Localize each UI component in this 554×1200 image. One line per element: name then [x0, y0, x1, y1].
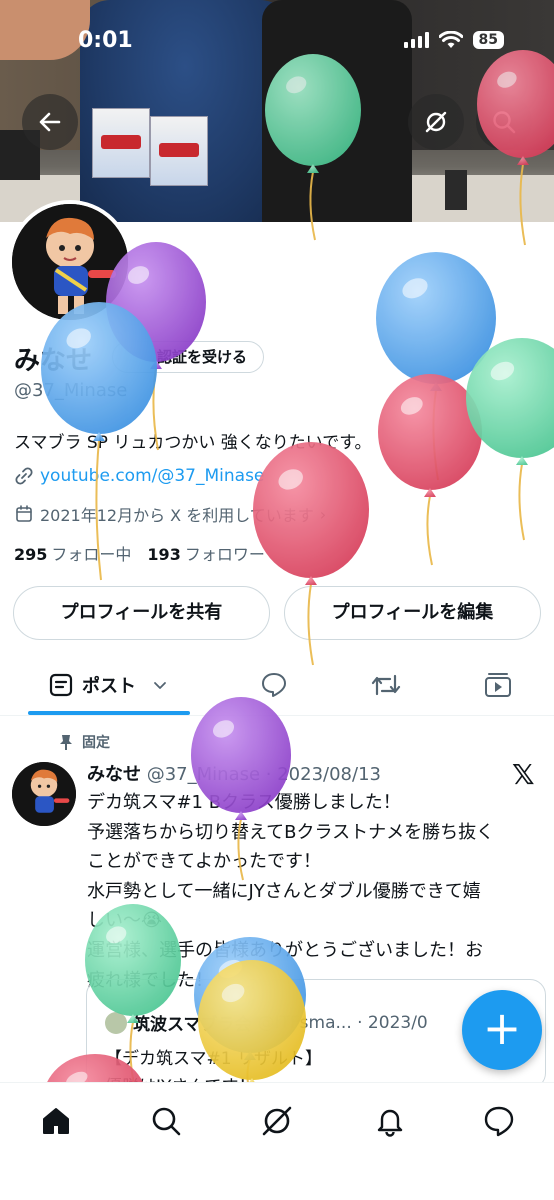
- profile-joined-text: 2021年12月から X を利用しています: [40, 506, 314, 525]
- status-time: 0:01: [78, 28, 133, 53]
- cellular-signal-icon: [403, 32, 429, 48]
- nav-grok[interactable]: [257, 1101, 297, 1141]
- nav-messages[interactable]: [479, 1101, 519, 1141]
- message-bubble-icon: [484, 1106, 514, 1137]
- nav-home[interactable]: [36, 1101, 76, 1141]
- pin-icon: [60, 735, 72, 750]
- post-list-icon: [49, 673, 73, 697]
- avatar-character-illustration: [12, 762, 76, 826]
- header-photo-equipment: [445, 170, 467, 210]
- following-count: 295: [14, 545, 48, 564]
- header-photo-box: [150, 116, 208, 186]
- grok-icon: [262, 1106, 292, 1136]
- active-tab-indicator: [28, 711, 190, 715]
- grok-icon: [425, 111, 447, 133]
- grok-button[interactable]: [408, 94, 464, 150]
- pinned-indicator: 固定: [58, 732, 110, 752]
- wifi-icon: [438, 31, 463, 48]
- arrow-left-icon: [39, 112, 61, 132]
- bottom-navigation: [0, 1082, 554, 1200]
- post-text-line: デカ筑スマ#1 Bクラス優勝しました！: [87, 792, 401, 813]
- quoted-post-handle-date: @ITFsma... · 2023/0: [257, 1012, 428, 1033]
- quoted-post-header: 筑波スマブラ会 @ITFsma... · 2023/0: [105, 1010, 428, 1035]
- followers-stat[interactable]: 193 フォロワー: [147, 541, 264, 565]
- search-button[interactable]: [476, 94, 532, 150]
- reply-bubble-icon: [262, 673, 286, 697]
- followers-label: フォロワー: [184, 545, 265, 564]
- balloon-icon: [376, 252, 496, 481]
- quoted-post-text: 【デカ筑スマ#1 リザルト】: [105, 1049, 322, 1069]
- x-logo-icon: 𝕏: [512, 758, 535, 791]
- profile-link[interactable]: youtube.com/@37_Minase: [14, 466, 264, 486]
- post-text[interactable]: デカ筑スマ#1 Bクラス優勝しました！ 予選落ちから切り替えてBクラストナメを勝…: [87, 788, 535, 995]
- profile-bio: スマブラ SP リュカつかい 強くなりたいです。: [14, 433, 372, 453]
- quoted-post-avatar: [105, 1011, 127, 1034]
- followers-count: 193: [147, 545, 181, 564]
- profile-link-text[interactable]: youtube.com/@37_Minase: [40, 466, 264, 486]
- following-stat[interactable]: 295 フォロー中: [14, 541, 131, 565]
- chevron-right-icon: ›: [319, 504, 327, 524]
- share-profile-button[interactable]: プロフィールを共有: [13, 586, 270, 640]
- post-text-line: 予選落ちから切り替えてBクラストナメを勝ち抜く: [87, 821, 495, 843]
- status-indicators: 85: [403, 31, 504, 49]
- follow-stats: 295 フォロー中 193 フォロワー: [14, 541, 265, 565]
- search-icon: [152, 1107, 181, 1136]
- repost-icon: [371, 674, 401, 696]
- profile-display-name: みなせ: [14, 346, 93, 376]
- bell-icon: [377, 1109, 403, 1137]
- post-header: みなせ @37_Minase · 2023/08/13: [87, 760, 381, 786]
- post-handle-date: @37_Minase · 2023/08/13: [146, 764, 381, 785]
- link-icon: [15, 467, 33, 485]
- following-label: フォロー中: [51, 545, 132, 564]
- compose-post-button[interactable]: +: [462, 990, 542, 1070]
- header-photo-box: [92, 108, 150, 178]
- tab-reposts[interactable]: [360, 656, 412, 714]
- profile-avatar[interactable]: [8, 200, 132, 324]
- profile-handle: @37_Minase: [14, 380, 128, 401]
- tab-replies[interactable]: [248, 656, 300, 714]
- post-author-name[interactable]: みなせ: [87, 764, 141, 785]
- battery-indicator: 85: [472, 31, 504, 49]
- tab-posts[interactable]: ポスト: [28, 656, 190, 714]
- nav-search[interactable]: [146, 1101, 186, 1141]
- post-text-line: しい〜😭: [87, 910, 163, 932]
- search-icon: [493, 111, 516, 134]
- post-text-line: 運営様、選手の皆様ありがとうございました！お: [87, 939, 483, 961]
- tab-media[interactable]: [472, 656, 524, 714]
- profile-tabs: ポスト: [0, 656, 554, 716]
- edit-profile-button[interactable]: プロフィールを編集: [284, 586, 541, 640]
- chevron-down-icon: [154, 682, 166, 689]
- pinned-label: 固定: [82, 735, 110, 751]
- back-button[interactable]: [22, 94, 78, 150]
- get-verified-button[interactable]: 認証を受ける: [112, 341, 265, 373]
- post-text-line: 水戸勢として一緒にJYさんとダブル優勝できて嬉: [87, 880, 481, 902]
- balloon-icon: [466, 338, 554, 541]
- calendar-icon: [16, 505, 32, 522]
- tab-posts-label: ポスト: [82, 676, 136, 697]
- quoted-post-author: 筑波スマブラ会: [133, 1015, 252, 1035]
- profile-joined-date[interactable]: 2021年12月から X を利用しています ›: [14, 502, 326, 526]
- media-play-icon: [485, 673, 511, 697]
- post-text-line: ことができてよかったです！: [87, 851, 321, 873]
- avatar-character-illustration: [12, 204, 128, 320]
- post-author-avatar[interactable]: [12, 762, 76, 826]
- status-bar: 0:01 85: [0, 22, 554, 62]
- nav-notifications[interactable]: [370, 1101, 410, 1141]
- balloon-icon: [378, 374, 482, 566]
- home-icon: [43, 1108, 69, 1134]
